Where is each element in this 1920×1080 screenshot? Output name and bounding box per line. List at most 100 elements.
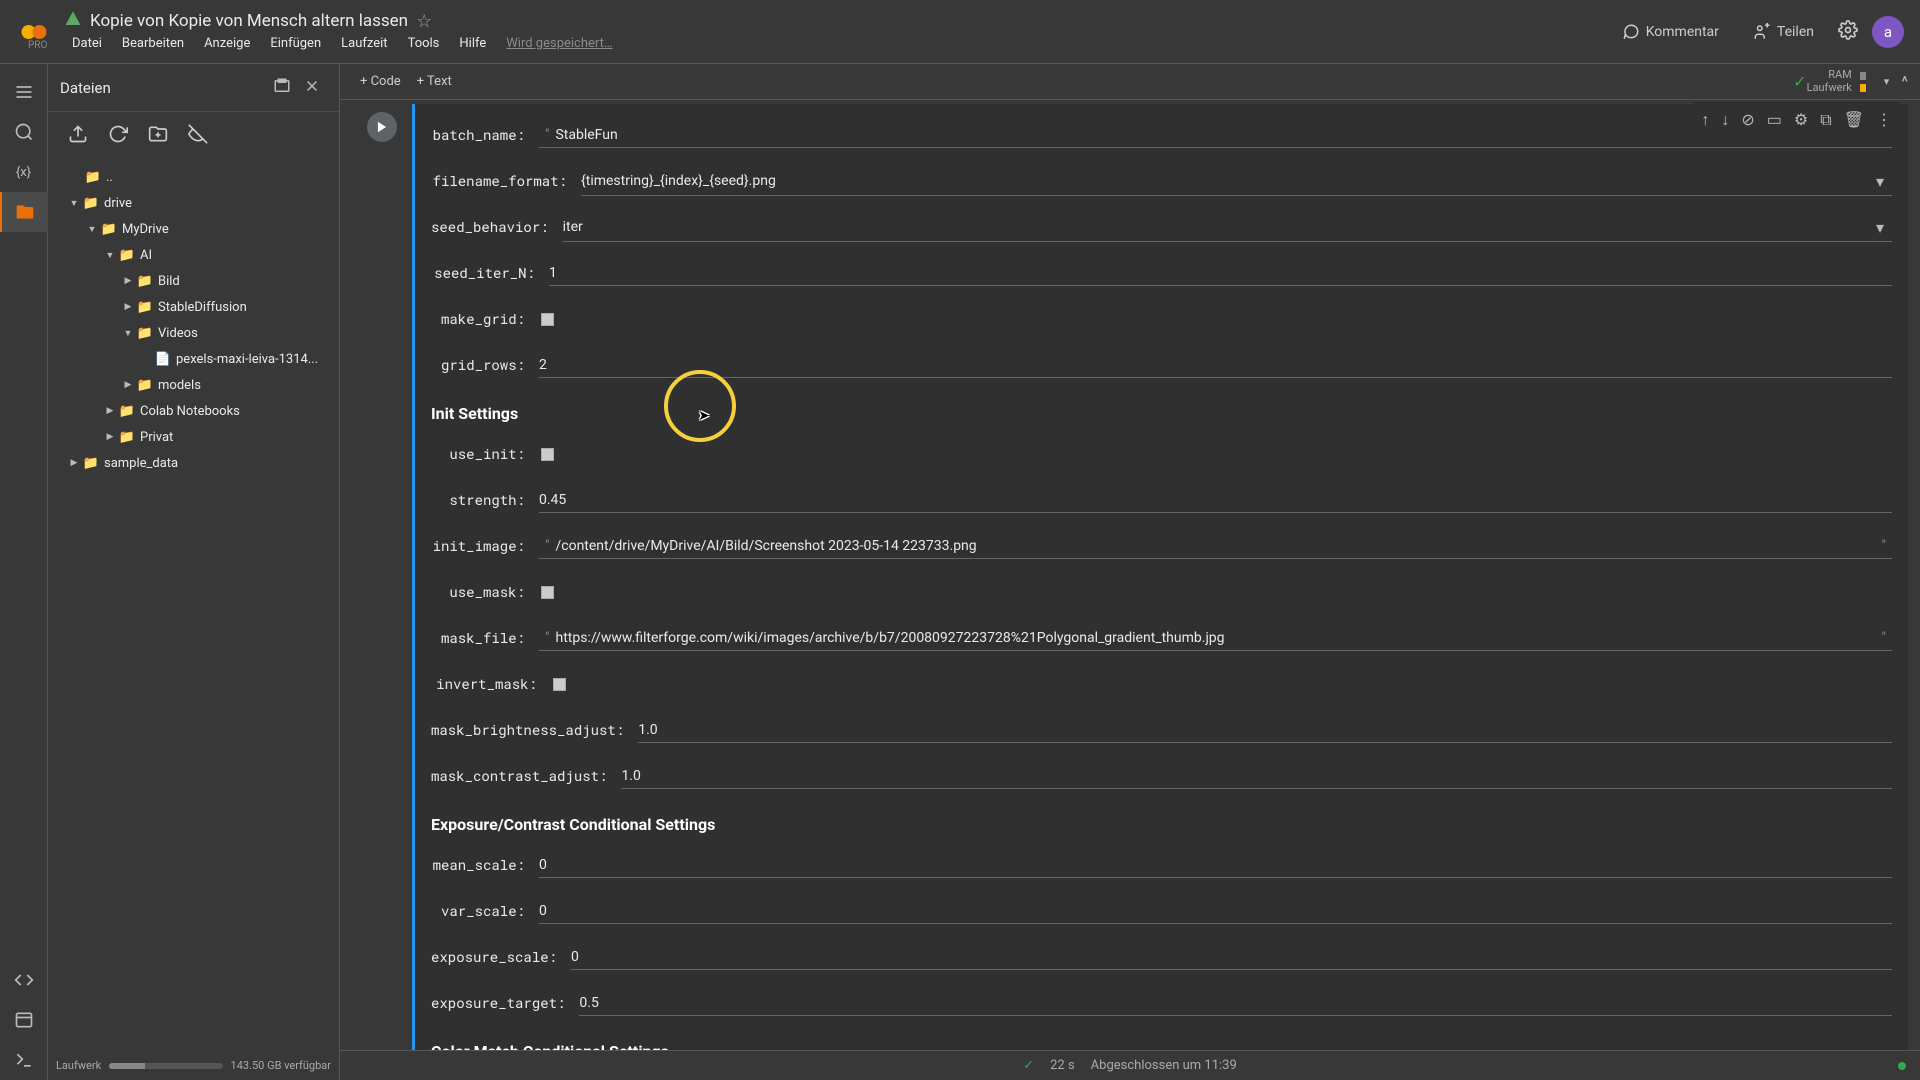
add-code-button[interactable]: + Code xyxy=(352,70,409,93)
init-image-label: init_image: xyxy=(431,536,539,555)
grid-rows-input[interactable]: 2 xyxy=(539,357,1892,373)
tree-drive[interactable]: ▼📁drive xyxy=(48,190,339,216)
more-cell-icon[interactable]: ⋮ xyxy=(1872,106,1896,134)
search-rail-icon[interactable] xyxy=(0,112,48,152)
mask-file-label: mask_file: xyxy=(431,628,539,647)
tree-sample[interactable]: ▶📁sample_data xyxy=(48,450,339,476)
grid-rows-label: grid_rows: xyxy=(431,355,539,374)
strength-input[interactable]: 0.45 xyxy=(539,492,1892,508)
chevron-down-icon[interactable]: ▾ xyxy=(1884,75,1890,88)
drive-icon xyxy=(64,10,82,32)
exposure-scale-input[interactable]: 0 xyxy=(571,949,1892,965)
var-scale-input[interactable]: 0 xyxy=(539,903,1892,919)
tree-models[interactable]: ▶📁models xyxy=(48,372,339,398)
file-tree: 📁.. ▼📁drive ▼📁MyDrive ▼📁AI ▶📁Bild ▶📁Stab… xyxy=(48,160,339,480)
filename-format-label: filename_format: xyxy=(431,171,581,190)
seed-behavior-select[interactable]: iter xyxy=(563,219,1868,235)
toc-icon[interactable] xyxy=(0,72,48,112)
link-icon[interactable]: ⊘ xyxy=(1737,106,1758,134)
status-done: Abgeschlossen um 11:39 xyxy=(1091,1058,1237,1073)
notebook-toolbar: + Code + Text ✓ RAM Laufwerk ▾ ^ xyxy=(340,64,1920,100)
variables-icon[interactable]: {x} xyxy=(0,152,48,192)
make-grid-label: make_grid: xyxy=(431,309,539,328)
seed-iter-n-input[interactable]: 1 xyxy=(549,265,1892,281)
menu-file[interactable]: Datei xyxy=(64,34,110,53)
color-match-heading: Color Match Conditional Settings xyxy=(431,1042,1892,1050)
batch-name-input[interactable]: StableFun xyxy=(555,127,1892,143)
mask-brightness-input[interactable]: 1.0 xyxy=(638,722,1892,738)
mount-drive-icon[interactable] xyxy=(148,124,168,148)
cursor-icon: ➤ xyxy=(698,408,710,424)
menu-edit[interactable]: Bearbeiten xyxy=(114,34,192,53)
menu-runtime[interactable]: Laufzeit xyxy=(333,34,395,53)
mask-contrast-input[interactable]: 1.0 xyxy=(621,768,1892,784)
batch-name-label: batch_name: xyxy=(431,125,539,144)
mirror-icon[interactable]: ⧉ xyxy=(1816,106,1835,134)
settings-cell-icon[interactable]: ⚙ xyxy=(1790,106,1812,134)
disk-usage: Laufwerk 143.50 GB verfügbar xyxy=(56,1059,331,1072)
tree-ai[interactable]: ▼📁AI xyxy=(48,242,339,268)
hide-icon[interactable] xyxy=(188,124,208,148)
tree-pexels[interactable]: 📄pexels-maxi-leiva-1314... xyxy=(48,346,339,372)
tree-bild[interactable]: ▶📁Bild xyxy=(48,268,339,294)
code-rail-icon[interactable] xyxy=(0,960,48,1000)
files-rail-icon[interactable] xyxy=(0,192,48,232)
close-panel-icon[interactable] xyxy=(297,71,327,105)
seed-behavior-label: seed_behavior: xyxy=(431,217,563,236)
init-image-input[interactable]: /content/drive/MyDrive/AI/Bild/Screensho… xyxy=(555,538,1875,554)
menu-view[interactable]: Anzeige xyxy=(196,34,258,53)
tree-sd[interactable]: ▶📁StableDiffusion xyxy=(48,294,339,320)
exposure-target-input[interactable]: 0.5 xyxy=(579,995,1892,1011)
pro-badge: PRO xyxy=(28,40,47,51)
tree-mydrive[interactable]: ▼📁MyDrive xyxy=(48,216,339,242)
seed-iter-n-label: seed_iter_N: xyxy=(431,263,549,282)
invert-mask-checkbox[interactable] xyxy=(553,678,566,691)
chevron-down-icon[interactable]: ▾ xyxy=(1868,172,1892,191)
notebook-area[interactable]: ↑ ↓ ⊘ ▭ ⚙ ⧉ 🗑 ⋮ batch_name:"StableFun fi… xyxy=(340,100,1920,1050)
tree-privat[interactable]: ▶📁Privat xyxy=(48,424,339,450)
refresh-icon[interactable] xyxy=(108,124,128,148)
avatar[interactable]: a xyxy=(1872,16,1904,48)
status-bar: ✓ 22 s Abgeschlossen um 11:39 xyxy=(340,1050,1920,1080)
exposure-settings-heading: Exposure/Contrast Conditional Settings xyxy=(431,815,1892,834)
mean-scale-input[interactable]: 0 xyxy=(539,857,1892,873)
menu-help[interactable]: Hilfe xyxy=(451,34,494,53)
comment-button[interactable]: Kommentar xyxy=(1612,17,1729,47)
new-window-icon[interactable] xyxy=(267,71,297,105)
chevron-down-icon[interactable]: ▾ xyxy=(1868,218,1892,237)
use-mask-checkbox[interactable] xyxy=(541,586,554,599)
comment-cell-icon[interactable]: ▭ xyxy=(1763,106,1786,134)
tree-colab[interactable]: ▶📁Colab Notebooks xyxy=(48,398,339,424)
expand-icon[interactable]: ^ xyxy=(1901,72,1908,91)
mask-contrast-label: mask_contrast_adjust: xyxy=(431,766,621,785)
status-check-icon: ✓ xyxy=(1023,1058,1034,1073)
menu-insert[interactable]: Einfügen xyxy=(262,34,329,53)
settings-icon[interactable] xyxy=(1838,20,1858,44)
tree-parent[interactable]: 📁.. xyxy=(48,164,339,190)
use-init-checkbox[interactable] xyxy=(541,448,554,461)
menu-tools[interactable]: Tools xyxy=(400,34,448,53)
delete-cell-icon[interactable]: 🗑 xyxy=(1840,106,1868,134)
share-button[interactable]: Teilen xyxy=(1743,17,1824,47)
mask-file-input[interactable]: https://www.filterforge.com/wiki/images/… xyxy=(555,630,1875,646)
star-icon[interactable]: ☆ xyxy=(416,11,432,32)
move-up-icon[interactable]: ↑ xyxy=(1697,106,1713,134)
shell-rail-icon[interactable] xyxy=(0,1040,48,1080)
make-grid-checkbox[interactable] xyxy=(541,313,554,326)
status-time: 22 s xyxy=(1050,1058,1075,1073)
add-text-button[interactable]: + Text xyxy=(409,70,460,93)
ram-indicator[interactable]: RAM Laufwerk ▾ xyxy=(1807,69,1890,93)
exposure-target-label: exposure_target: xyxy=(431,993,579,1012)
connected-check-icon: ✓ xyxy=(1793,72,1806,91)
header-bar: PRO Kopie von Kopie von Mensch altern la… xyxy=(0,0,1920,64)
upload-icon[interactable] xyxy=(68,124,88,148)
mean-scale-label: mean_scale: xyxy=(431,855,539,874)
init-settings-heading: Init Settings xyxy=(431,404,1892,423)
document-title[interactable]: Kopie von Kopie von Mensch altern lassen xyxy=(90,11,408,31)
tree-videos[interactable]: ▼📁Videos xyxy=(48,320,339,346)
filename-format-input[interactable]: {timestring}_{index}_{seed}.png xyxy=(581,173,1868,189)
terminal-rail-icon[interactable] xyxy=(0,1000,48,1040)
move-down-icon[interactable]: ↓ xyxy=(1717,106,1733,134)
strength-label: strength: xyxy=(431,490,539,509)
run-cell-button[interactable] xyxy=(367,112,397,142)
